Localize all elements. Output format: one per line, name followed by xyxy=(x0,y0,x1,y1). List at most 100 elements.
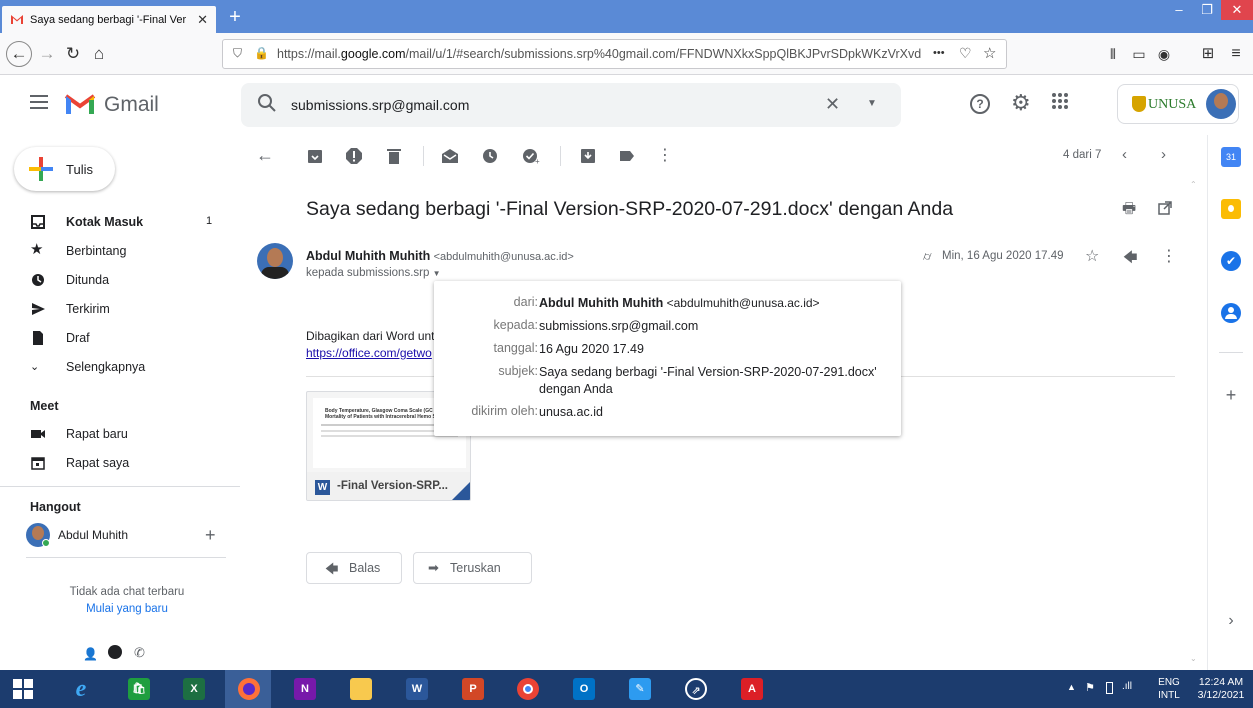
gmail-logo[interactable]: Gmail xyxy=(64,91,184,119)
search-options-icon[interactable]: ▼ xyxy=(867,98,877,109)
signal-icon[interactable]: .ıll xyxy=(1122,681,1132,692)
taskbar-firefox[interactable] xyxy=(225,670,271,708)
page-actions-icon[interactable]: ••• xyxy=(933,47,945,59)
print-icon[interactable]: 🖶 xyxy=(1122,198,1136,223)
forward-button[interactable]: ➡ Teruskan xyxy=(413,552,532,584)
compose-button[interactable]: Tulis xyxy=(14,147,115,191)
message-scrollbar[interactable]: ⌃ ⌄ xyxy=(1189,180,1199,668)
network-flag-icon[interactable]: ⚑ xyxy=(1085,681,1095,694)
recipient-line[interactable]: kepada submissions.srp ▼ xyxy=(306,267,441,279)
settings-gear-icon[interactable]: ⚙ xyxy=(1011,90,1031,116)
url-bar[interactable]: ⛉ 🔒 https://mail.google.com/mail/u/1/#se… xyxy=(222,39,1007,69)
apps-grid-icon[interactable] xyxy=(1052,93,1068,109)
delete-icon[interactable] xyxy=(385,147,403,165)
sender-avatar[interactable] xyxy=(257,243,293,279)
tab-close-icon[interactable]: ✕ xyxy=(197,12,208,28)
add-hangout-icon[interactable]: + xyxy=(205,525,216,546)
sidebar-item-snoozed[interactable]: Ditunda xyxy=(0,266,230,294)
sidebar-item-inbox[interactable]: Kotak Masuk 1 xyxy=(0,208,230,236)
lock-icon[interactable]: 🔒 xyxy=(254,46,269,60)
tray-expand-icon[interactable]: ▲ xyxy=(1067,682,1076,692)
store-icon: 🛍 xyxy=(128,678,150,700)
shield-icon[interactable]: ⛉ xyxy=(233,46,242,61)
maximize-button[interactable]: ❐ xyxy=(1193,0,1221,20)
message-more-icon[interactable]: ⋮ xyxy=(1161,246,1177,266)
report-spam-icon[interactable] xyxy=(345,147,363,165)
expand-panel-icon[interactable]: › xyxy=(1221,611,1241,631)
hangout-user[interactable]: Abdul Muhith xyxy=(26,523,226,549)
close-window-button[interactable]: ✕ xyxy=(1221,0,1253,20)
bookmark-star-icon[interactable]: ☆ xyxy=(983,44,996,62)
meet-my-meetings[interactable]: Rapat saya xyxy=(0,449,230,477)
extension-icon[interactable]: ⊞ xyxy=(1195,41,1221,67)
archive-icon[interactable] xyxy=(306,147,324,165)
clear-search-icon[interactable]: ✕ xyxy=(825,94,840,115)
sidebar-item-sent[interactable]: Terkirim xyxy=(0,295,230,323)
taskbar-acrobat[interactable]: A xyxy=(728,670,774,708)
calendar-app-icon[interactable]: 31 xyxy=(1221,147,1241,167)
profile-avatar[interactable] xyxy=(1206,89,1236,119)
help-icon[interactable]: ? xyxy=(970,94,990,114)
show-details-icon[interactable]: ▼ xyxy=(433,269,441,278)
taskbar-word[interactable]: W xyxy=(393,670,439,708)
start-new-chat-link[interactable]: Mulai yang baru xyxy=(0,603,254,615)
battery-icon[interactable] xyxy=(1106,682,1113,694)
taskbar-powerpoint[interactable]: P xyxy=(449,670,495,708)
email-body-link[interactable]: https://office.com/getwo xyxy=(306,346,432,360)
older-button[interactable]: › xyxy=(1161,146,1166,163)
minimize-button[interactable]: – xyxy=(1165,0,1193,20)
pocket-icon[interactable]: ♡ xyxy=(959,45,972,62)
search-bar[interactable]: submissions.srp@gmail.com ✕ ▼ xyxy=(241,83,901,127)
meet-new-meeting[interactable]: Rapat baru xyxy=(0,420,230,448)
taskbar-store[interactable]: 🛍 xyxy=(115,670,161,708)
main-menu-icon[interactable] xyxy=(30,95,48,109)
back-to-search-icon[interactable]: ← xyxy=(256,145,274,166)
clock[interactable]: 12:24 AM 3/12/2021 xyxy=(1192,676,1250,702)
keep-app-icon[interactable] xyxy=(1221,199,1241,219)
taskbar-internet-explorer[interactable]: e xyxy=(57,670,103,708)
account-badge[interactable]: UNUSA xyxy=(1117,84,1239,124)
search-input[interactable]: submissions.srp@gmail.com xyxy=(291,97,469,113)
add-to-tasks-icon[interactable]: + xyxy=(522,147,540,165)
more-options-icon[interactable]: ⋮ xyxy=(657,145,673,165)
get-addons-icon[interactable]: + xyxy=(1221,385,1241,405)
tasks-app-icon[interactable]: ✔ xyxy=(1221,251,1241,271)
phone-icon[interactable]: ✆ xyxy=(134,645,145,661)
mark-unread-icon[interactable] xyxy=(441,147,459,165)
reload-button[interactable]: ↻ xyxy=(60,41,86,67)
sidebar-item-more[interactable]: ⌄ Selengkapnya xyxy=(0,353,230,381)
search-icon[interactable] xyxy=(257,93,277,113)
snooze-icon[interactable] xyxy=(481,147,499,165)
taskbar-chrome[interactable] xyxy=(504,670,550,708)
label-icon[interactable] xyxy=(618,147,636,165)
account-icon[interactable]: ◉ xyxy=(1151,41,1177,67)
reply-button[interactable]: 🡄 Balas xyxy=(306,552,402,584)
move-to-icon[interactable] xyxy=(579,147,597,165)
reply-icon[interactable]: 🡄 xyxy=(1123,247,1137,271)
taskbar-app-circle[interactable]: ⇗ xyxy=(672,670,718,708)
open-new-window-icon[interactable] xyxy=(1158,201,1172,215)
taskbar-file-explorer[interactable] xyxy=(337,670,383,708)
sidebar-toggle-icon[interactable]: ▭ xyxy=(1126,41,1152,67)
taskbar-onenote[interactable]: N xyxy=(281,670,327,708)
forward-button[interactable]: → xyxy=(34,41,60,67)
home-button[interactable]: ⌂ xyxy=(86,41,112,67)
back-button[interactable]: ← xyxy=(6,41,32,67)
sidebar-item-starred[interactable]: ★ Berbintang xyxy=(0,237,230,265)
language-indicator[interactable]: ENG INTL xyxy=(1152,676,1186,702)
sender-name[interactable]: Abdul Muhith Muhith xyxy=(306,249,430,263)
sidebar-item-drafts[interactable]: Draf xyxy=(0,324,230,352)
taskbar-outlook[interactable]: O xyxy=(560,670,606,708)
menu-icon[interactable]: ≡ xyxy=(1223,41,1249,67)
person-icon[interactable]: 👤 xyxy=(83,647,98,661)
contacts-app-icon[interactable] xyxy=(1221,303,1241,323)
taskbar-tools[interactable]: ✎ xyxy=(616,670,662,708)
browser-tab[interactable]: Saya sedang berbagi '-Final Ver ✕ xyxy=(2,6,216,33)
new-tab-button[interactable]: + xyxy=(222,6,248,30)
hangouts-icon[interactable] xyxy=(108,645,122,659)
start-button[interactable] xyxy=(0,670,46,708)
newer-button[interactable]: ‹ xyxy=(1122,146,1127,163)
star-email-icon[interactable]: ☆ xyxy=(1085,246,1099,266)
taskbar-excel[interactable]: X xyxy=(170,670,216,708)
library-icon[interactable]: ⫴ xyxy=(1100,41,1126,67)
